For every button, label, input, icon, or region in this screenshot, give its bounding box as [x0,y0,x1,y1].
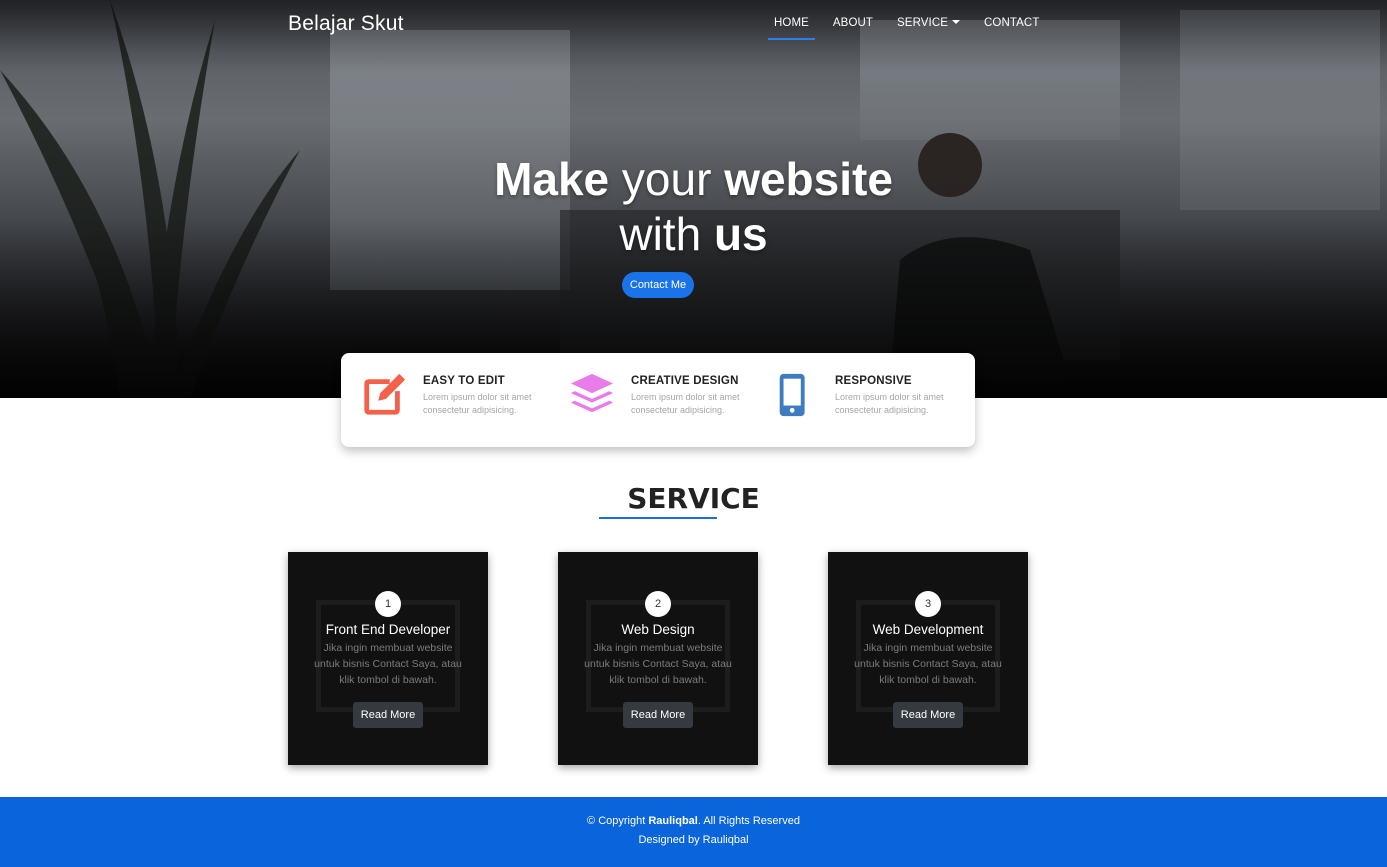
edit-icon [364,373,406,415]
headline-word: website [724,153,893,205]
feature-description: Lorem ipsum dolor sit amet consectetur a… [631,392,740,415]
card-number-badge: 1 [375,591,401,617]
card-title: Front End Developer [325,622,451,637]
read-more-button[interactable]: Read More [893,702,963,728]
feature-title: RESPONSIVE [835,375,912,387]
nav-service[interactable]: SERVICE [891,17,966,40]
hero-section: Belajar Skut HOME ABOUT SERVICE CONTACT … [0,0,1387,398]
headline-word: your [621,153,712,205]
feature-description: Lorem ipsum dolor sit amet consectetur a… [835,392,944,415]
read-more-button[interactable]: Read More [623,702,693,728]
feature-creative-design: CREATIVE DESIGN Lorem ipsum dolor sit am… [569,370,759,430]
card-description: Jika ingin membuat website untuk bisnis … [584,642,732,686]
feature-description: Lorem ipsum dolor sit amet consectetur a… [423,392,532,415]
service-card: 3 Web Development Jika ingin membuat web… [828,552,1028,765]
feature-responsive: RESPONSIVE Lorem ipsum dolor sit amet co… [773,370,963,430]
service-card: 1 Front End Developer Jika ingin membuat… [288,552,488,765]
read-more-button[interactable]: Read More [353,702,423,728]
footer-copyright: © Copyright Rauliqbal. All Rights Reserv… [0,815,1387,827]
features-panel: EASY TO EDIT Lorem ipsum dolor sit amet … [341,353,975,447]
headline-word: us [713,208,768,260]
service-card: 2 Web Design Jika ingin membuat website … [558,552,758,765]
nav-about[interactable]: ABOUT [827,17,879,40]
card-number-badge: 2 [645,591,671,617]
service-heading: SERVICE [627,482,760,515]
copyright-prefix: © Copyright [587,815,649,827]
card-description: Jika ingin membuat website untuk bisnis … [854,642,1002,686]
mobile-icon [779,373,805,417]
layers-icon [570,373,614,413]
nav-home[interactable]: HOME [768,17,815,40]
copyright-owner: Rauliqbal [648,815,698,827]
hero-headline-line1: Make your website [0,151,1387,207]
card-title: Web Design [621,622,695,637]
hero-headline-line2: with us [0,206,1387,262]
copyright-suffix: . All Rights Reserved [697,815,800,827]
card-title: Web Development [872,622,984,637]
contact-me-button[interactable]: Contact Me [622,272,694,298]
card-number-badge: 3 [915,591,941,617]
card-description: Jika ingin membuat website untuk bisnis … [314,642,462,686]
headline-word: Make [494,153,610,205]
feature-title: EASY TO EDIT [423,375,505,387]
caret-down-icon [952,20,961,24]
headline-word: with [619,208,702,260]
footer-designed-by: Designed by Rauliqbal [638,834,749,846]
nav-service-label: SERVICE [897,17,949,29]
nav-contact[interactable]: CONTACT [978,17,1045,40]
footer: © Copyright Rauliqbal. All Rights Reserv… [0,797,1387,867]
main-nav: HOME ABOUT SERVICE CONTACT [768,17,1057,40]
service-heading-underline [599,517,717,519]
feature-title: CREATIVE DESIGN [631,375,739,387]
feature-easy-to-edit: EASY TO EDIT Lorem ipsum dolor sit amet … [361,370,551,430]
brand-logo[interactable]: Belajar Skut [288,12,404,36]
